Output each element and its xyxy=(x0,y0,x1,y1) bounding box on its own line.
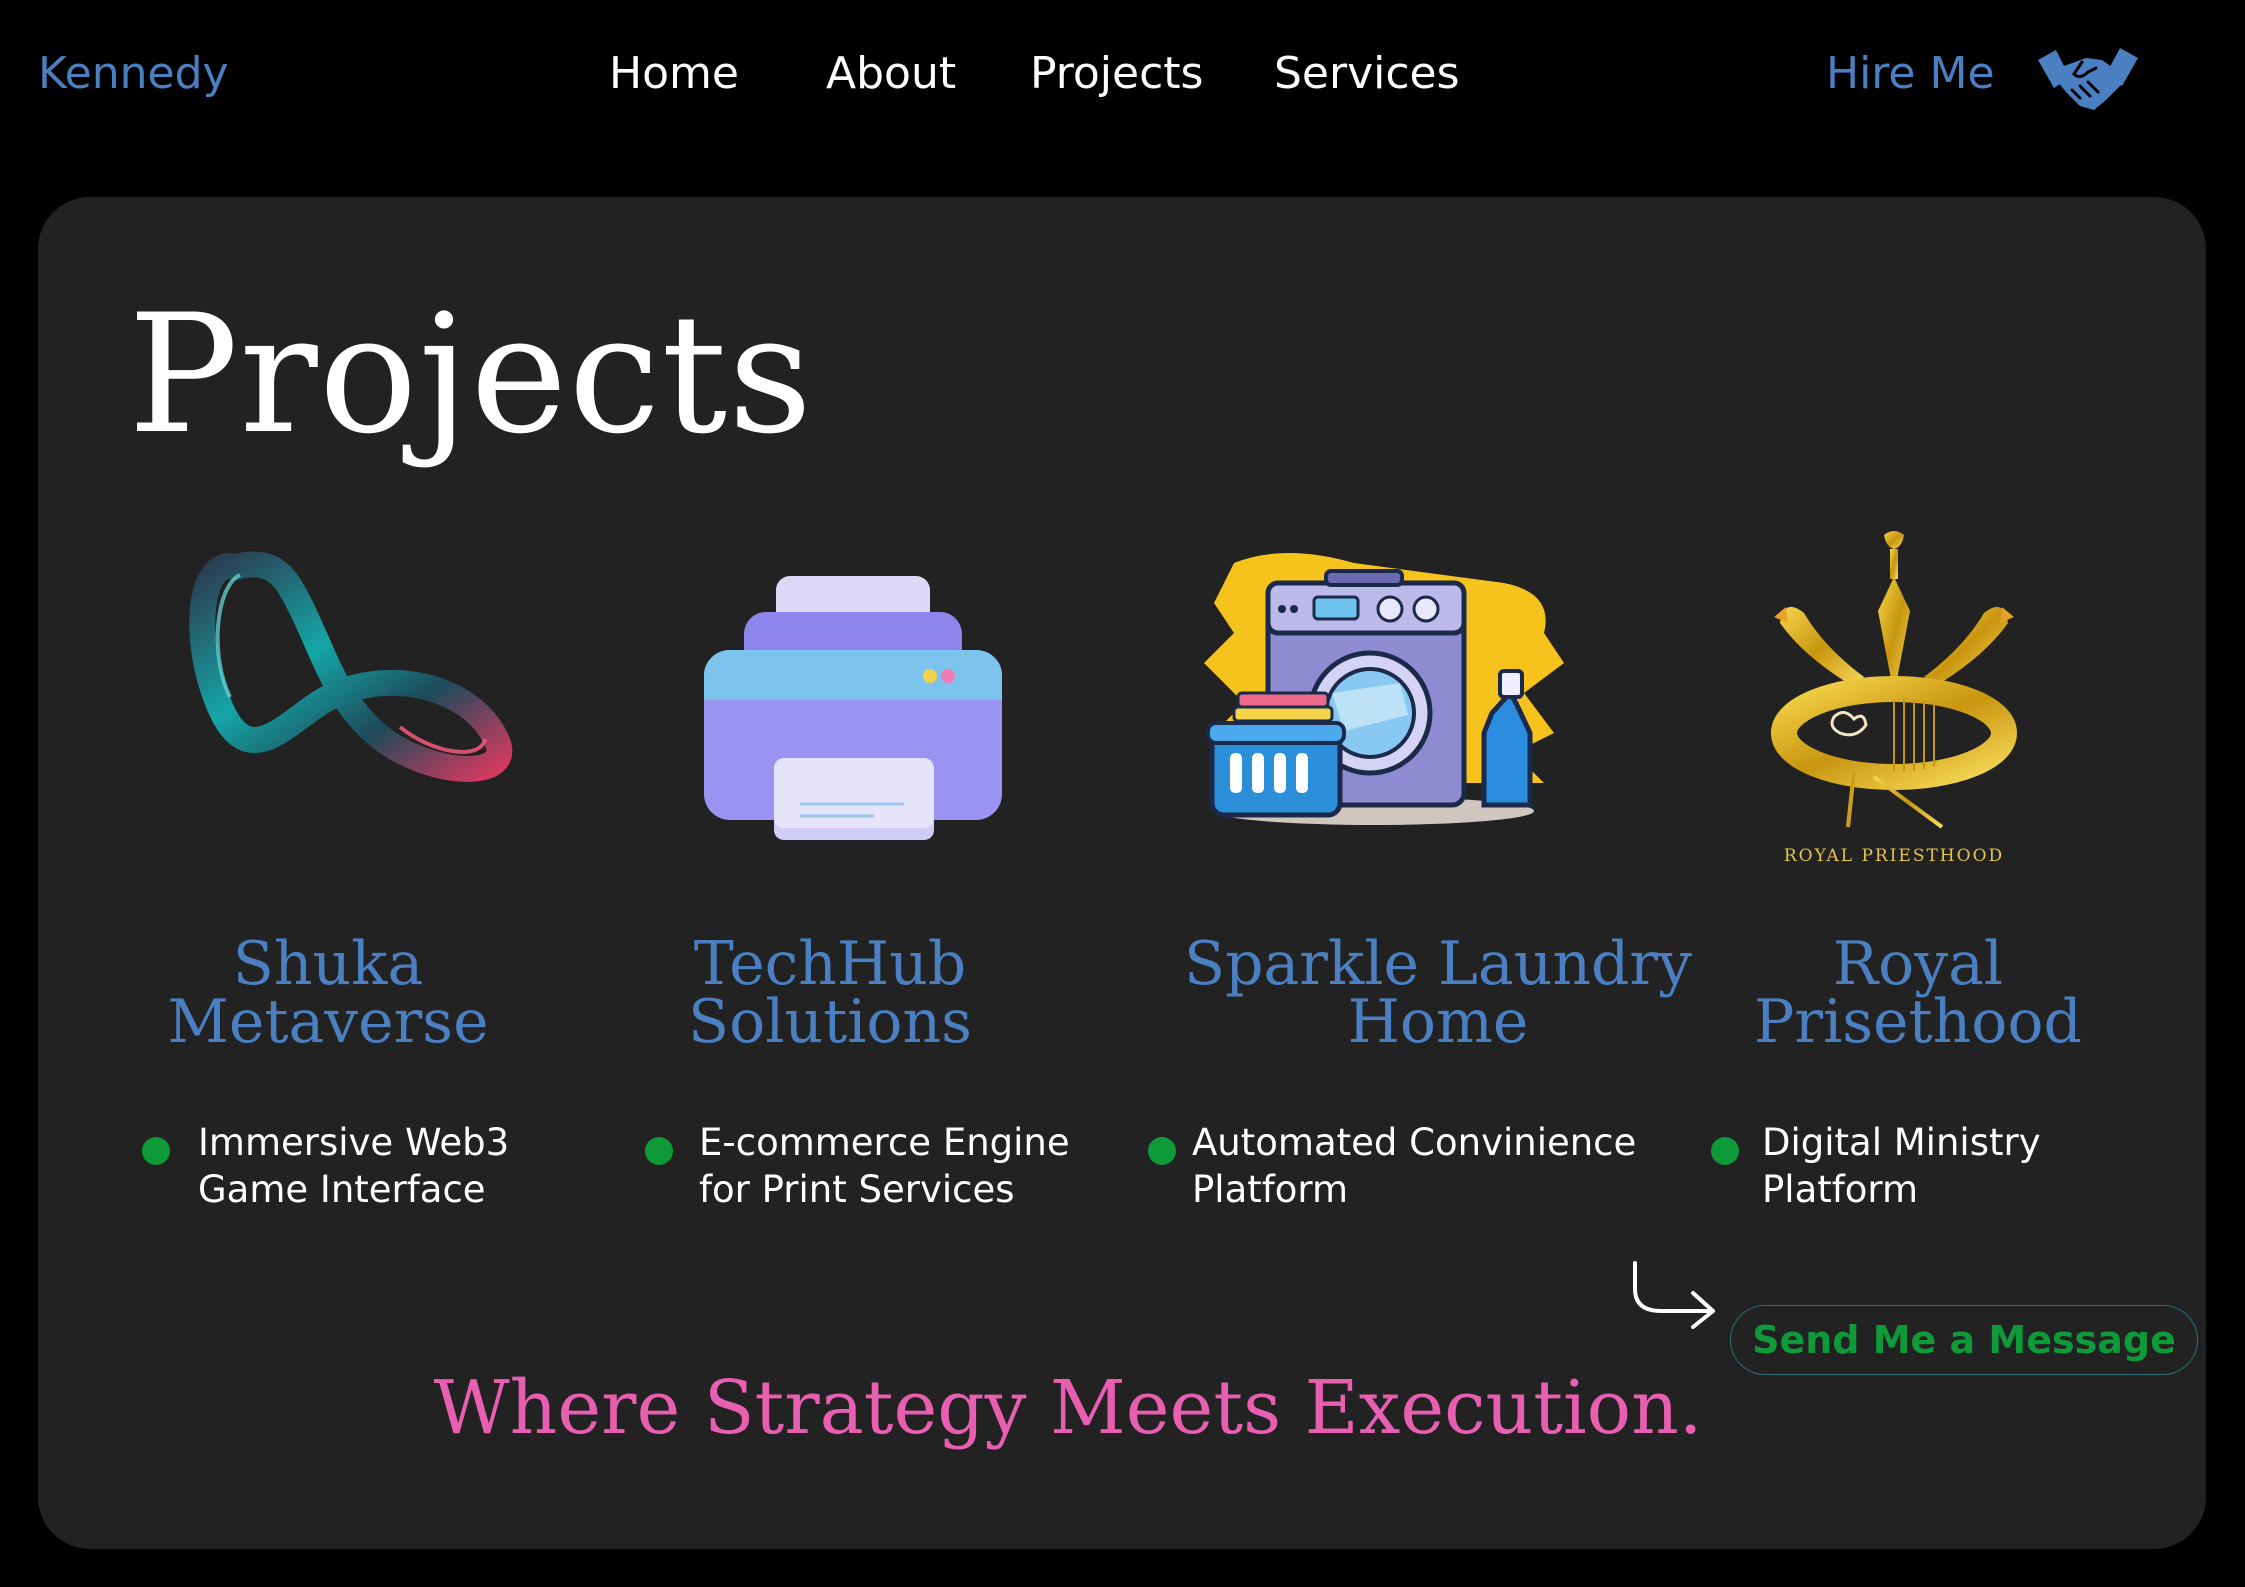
infinity-loop-image xyxy=(189,551,513,782)
project-desc-line: Automated Convinience xyxy=(1192,1121,1637,1164)
nav-home[interactable]: Home xyxy=(609,48,739,99)
royal-priesthood-logo-text: ROYAL PRIESTHOOD xyxy=(1784,846,2004,866)
project-name-line: Sparkle Laundry xyxy=(1184,929,1692,999)
project-desc-line: E-commerce Engine xyxy=(699,1121,1070,1164)
brand-logo-text[interactable]: Kennedy xyxy=(38,48,229,99)
project-name-royal-priesthood[interactable]: Royal Prisethood xyxy=(1678,929,2158,1057)
project-desc-techhub: E-commerce Engine for Print Services xyxy=(699,1119,1070,1213)
project-name-line: Royal xyxy=(1832,929,2004,999)
project-name-line: Home xyxy=(1347,987,1529,1057)
green-bullet-icon xyxy=(645,1137,673,1165)
project-desc-shuka: Immersive Web3 Game Interface xyxy=(198,1119,509,1213)
project-name-line: Solutions xyxy=(688,987,972,1057)
printer-image xyxy=(704,576,1002,840)
project-desc-line: Digital Ministry xyxy=(1762,1121,2041,1164)
green-bullet-icon xyxy=(1148,1137,1176,1165)
nav-projects[interactable]: Projects xyxy=(1030,48,1203,99)
project-name-line: Prisethood xyxy=(1754,987,2082,1057)
top-navigation: Kennedy Home About Projects Services Hir… xyxy=(0,0,2245,160)
handshake-icon[interactable] xyxy=(2036,44,2140,116)
project-name-line: Metaverse xyxy=(167,987,489,1057)
royal-priesthood-logo: ROYAL PRIESTHOOD xyxy=(1771,531,2017,866)
project-desc-sparkle-laundry: Automated Convinience Platform xyxy=(1192,1119,1636,1213)
project-desc-line: Immersive Web3 xyxy=(198,1121,510,1164)
projects-panel: Projects ROYAL PRIESTHOOD Shuka Metavers… xyxy=(38,197,2206,1549)
washing-machine-image xyxy=(1204,553,1564,825)
project-name-line: TechHub xyxy=(693,929,967,999)
curved-arrow-icon xyxy=(1633,1261,1715,1329)
green-bullet-icon xyxy=(1711,1137,1739,1165)
page-title: Projects xyxy=(128,279,814,470)
nav-services[interactable]: Services xyxy=(1274,48,1460,99)
project-name-line: Shuka xyxy=(232,929,424,999)
project-desc-line: for Print Services xyxy=(699,1168,1015,1211)
tagline: Where Strategy Meets Execution. xyxy=(433,1365,1703,1451)
project-desc-line: Platform xyxy=(1192,1168,1349,1211)
project-name-sparkle-laundry[interactable]: Sparkle Laundry Home xyxy=(1158,929,1718,1057)
hire-me-link[interactable]: Hire Me xyxy=(1826,48,1995,99)
project-name-shuka[interactable]: Shuka Metaverse xyxy=(88,929,568,1057)
project-desc-royal-priesthood: Digital Ministry Platform xyxy=(1762,1119,2041,1213)
project-desc-line: Platform xyxy=(1762,1168,1919,1211)
project-name-techhub[interactable]: TechHub Solutions xyxy=(590,929,1070,1057)
green-bullet-icon xyxy=(142,1137,170,1165)
nav-about[interactable]: About xyxy=(826,48,956,99)
project-desc-line: Game Interface xyxy=(198,1168,486,1211)
